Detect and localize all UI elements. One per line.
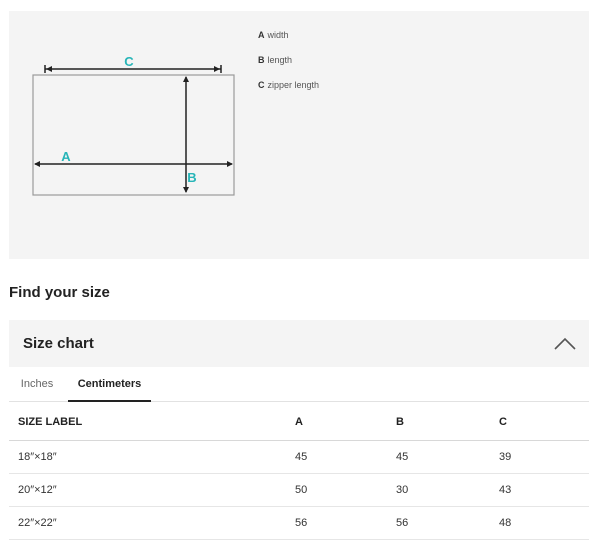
dimension-b-label: B: [187, 170, 196, 185]
dimension-a-label: A: [61, 149, 71, 164]
chevron-up-icon[interactable]: [553, 333, 577, 353]
legend-item-c: Czipper length: [258, 79, 319, 104]
find-size-heading: Find your size: [9, 284, 110, 301]
table-row: 20″×12″ 50 30 43: [9, 473, 589, 507]
cell-a: 56: [286, 506, 387, 540]
table-header-row: SIZE LABEL A B C: [9, 404, 589, 441]
size-chart-accordion-header[interactable]: Size chart: [9, 320, 589, 367]
legend-item-b: Blength: [258, 54, 319, 79]
pillow-outline: [32, 74, 235, 196]
legend-key: C: [258, 80, 265, 90]
column-header-b: B: [387, 404, 490, 441]
dimension-c-label: C: [124, 54, 134, 69]
size-diagram-panel: C A B Awidth Blength Czipper length: [9, 11, 589, 259]
cell-size-label: 20″×12″: [9, 473, 286, 507]
cell-b: 56: [387, 506, 490, 540]
table-row: 18″×18″ 45 45 39: [9, 440, 589, 474]
cell-a: 45: [286, 440, 387, 474]
legend-key: B: [258, 55, 265, 65]
cell-c: 48: [490, 506, 589, 540]
cell-b: 30: [387, 473, 490, 507]
legend-text: length: [267, 55, 293, 65]
cell-size-label: 22″×22″: [9, 506, 286, 540]
cell-c: 39: [490, 440, 589, 474]
column-header-size-label: SIZE LABEL: [9, 404, 286, 441]
size-chart-title: Size chart: [23, 335, 94, 352]
cell-a: 50: [286, 473, 387, 507]
cell-size-label: 18″×18″: [9, 440, 286, 474]
tab-inches[interactable]: Inches: [9, 370, 65, 402]
unit-tabs: Inches Centimeters: [9, 370, 589, 402]
legend-key: A: [258, 30, 265, 40]
size-chart-table: SIZE LABEL A B C 18″×18″ 45 45 39 20″×12…: [9, 404, 589, 540]
legend-text: zipper length: [267, 80, 320, 90]
column-header-a: A: [286, 404, 387, 441]
dimension-legend: Awidth Blength Czipper length: [258, 29, 319, 104]
cell-b: 45: [387, 440, 490, 474]
tab-centimeters[interactable]: Centimeters: [68, 370, 151, 402]
column-header-c: C: [490, 404, 589, 441]
table-row: 22″×22″ 56 56 48: [9, 506, 589, 540]
legend-text: width: [267, 30, 289, 40]
legend-item-a: Awidth: [258, 29, 319, 54]
cell-c: 43: [490, 473, 589, 507]
